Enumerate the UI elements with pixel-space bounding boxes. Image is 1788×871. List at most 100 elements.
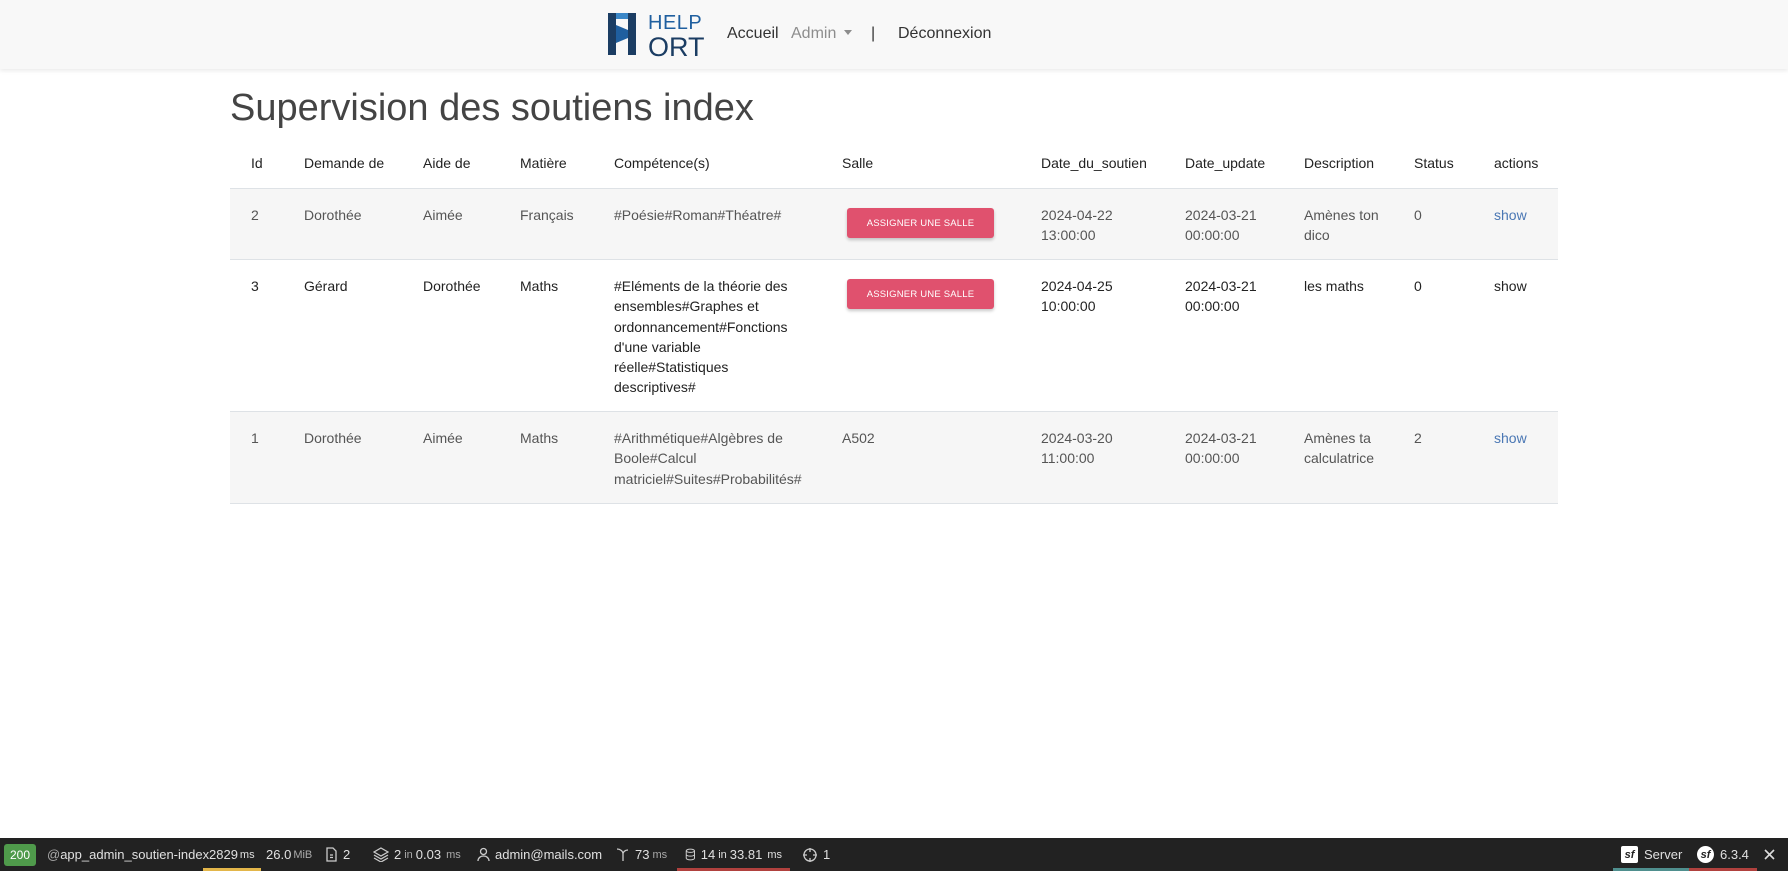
time-value: 2829 [209,847,238,862]
header-date-update: Date_update [1185,155,1266,171]
cell-date-soutien: 2024-04-22 13:00:00 [1041,207,1113,244]
cell-date-soutien: 2024-04-25 10:00:00 [1041,278,1113,315]
table-row: 1 Dorothée Aimée Maths #Arithmétique#Alg… [230,412,1558,504]
caret-down-icon [844,30,853,35]
cache-time: 0.03 [415,847,442,862]
cell-status: 0 [1414,278,1422,294]
time-item[interactable]: 2829 ms [203,838,261,871]
route-prefix: @ [47,847,61,862]
memory-unit: MiB [293,848,313,861]
forms-item[interactable]: 2 [325,838,350,871]
cache-in: in [404,848,413,861]
assign-room-button[interactable]: Assigner une salle [847,208,994,238]
translation-count: 1 [823,847,831,862]
navbar: HELP ORT Accueil Admin | Déconnexion [0,0,1788,69]
help-ort-logo[interactable]: HELP ORT [608,12,705,61]
forms-count: 2 [343,847,351,862]
header-demande: Demande de [304,155,385,171]
cell-date-update: 2024-03-21 00:00:00 [1185,207,1257,244]
twig-item[interactable]: 73 ms [615,838,667,871]
layers-icon [373,847,389,862]
header-competences: Compétence(s) [614,155,710,171]
twig-unit: ms [652,848,668,861]
symfony-server-icon: sf [1621,846,1638,863]
page-title: Supervision des soutiens index [230,87,754,129]
show-link[interactable]: show [1494,205,1527,225]
memory-item[interactable]: 26.0 MiB [266,838,312,871]
twig-icon [616,848,629,861]
db-unit: ms [767,848,782,861]
status-code-badge[interactable]: 200 [4,844,37,866]
cell-demande: Dorothée [304,207,362,223]
header-description: Description [1304,155,1375,171]
route-name: app_admin_soutien-index [60,847,210,862]
table-header: Id Demande de Aide de Matière Compétence… [230,145,1558,189]
assign-room-button[interactable]: Assigner une salle [847,279,994,309]
header-salle: Salle [842,155,874,171]
form-icon [326,847,337,862]
debug-toolbar: 200 @ app_admin_soutien-index 2829 ms 26.0… [0,838,1788,871]
cell-id: 1 [251,430,259,446]
cell-id: 2 [251,207,259,223]
cell-description: Amènes ton dico [1304,207,1379,244]
nav-logout-link[interactable]: Déconnexion [898,25,991,43]
table-row: 2 Dorothée Aimée Français #Poésie#Roman#… [230,189,1558,260]
cell-matiere: Maths [520,430,559,446]
db-queries: 14 [700,847,716,862]
table-row: 3 Gérard Dorothée Maths #Eléments de la … [230,260,1558,412]
cell-competences: #Poésie#Roman#Théatre# [614,207,782,223]
time-unit: ms [239,848,255,861]
cell-status: 0 [1414,207,1422,223]
header-actions: actions [1494,155,1539,171]
cell-description: les maths [1304,278,1364,294]
cache-item[interactable]: 2 in 0.03 ms [373,838,461,871]
soutiens-table: Id Demande de Aide de Matière Compétence… [230,145,1558,504]
cell-description: Amènes ta calculatrice [1304,430,1375,467]
cell-status: 2 [1414,430,1422,446]
logo-mark-icon [608,13,636,55]
cell-date-soutien: 2024-03-20 11:00:00 [1041,430,1113,467]
db-time: 33.81 [729,847,763,862]
show-link[interactable]: show [1494,428,1527,448]
cache-calls: 2 [394,847,402,862]
user-icon [477,847,490,862]
memory-value: 26.0 [266,847,292,862]
cell-aide: Aimée [423,207,463,223]
cache-unit: ms [446,848,461,861]
logo-help-text: HELP [648,12,703,34]
symfony-version-item[interactable]: sf 6.3.4 [1689,838,1757,871]
header-aide: Aide de [423,155,471,171]
cell-matiere: Français [520,207,574,223]
server-item[interactable]: sf Server [1613,838,1691,871]
twig-time: 73 [635,847,650,862]
cell-id: 3 [251,278,259,294]
logo-ort-text: ORT [648,32,705,62]
nav-admin-dropdown[interactable]: Admin [791,25,853,43]
database-icon [685,848,696,861]
close-icon [1764,849,1775,860]
user-email: admin@mails.com [495,847,603,862]
symfony-version: 6.3.4 [1720,847,1749,862]
cell-demande: Gérard [304,278,348,294]
symfony-logo-icon: sf [1697,846,1714,863]
cell-competences: #Arithmétique#Algèbres de Boole#Calcul m… [614,430,802,487]
show-link[interactable]: show [1494,276,1527,296]
translation-item[interactable]: 1 [802,838,830,871]
close-toolbar-button[interactable] [1763,838,1781,871]
route-item[interactable]: @ app_admin_soutien-index [47,838,209,871]
cell-date-update: 2024-03-21 00:00:00 [1185,278,1257,315]
cell-aide: Dorothée [423,278,481,294]
nav-separator: | [871,25,876,42]
header-id: Id [251,155,263,171]
database-item[interactable]: 14 in 33.81 ms [677,838,790,871]
header-status: Status [1414,155,1454,171]
cell-aide: Aimée [423,430,463,446]
nav-admin-label: Admin [791,25,837,42]
server-label: Server [1644,847,1683,862]
nav-accueil-link[interactable]: Accueil [727,25,779,43]
db-in: in [718,848,727,861]
cell-salle: A502 [842,430,875,446]
user-item[interactable]: admin@mails.com [477,838,602,871]
cell-matiere: Maths [520,278,559,294]
cell-competences: #Eléments de la théorie des ensembles#Gr… [614,278,788,396]
